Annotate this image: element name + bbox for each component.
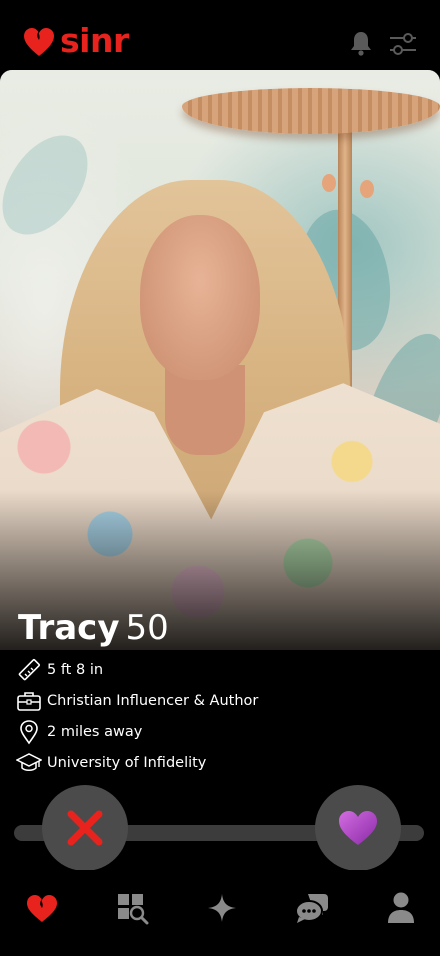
- nav-profile[interactable]: [383, 890, 419, 926]
- lamp-pompom: [360, 180, 374, 198]
- location-pin-icon: [20, 719, 38, 744]
- grid-search-icon: [118, 894, 149, 925]
- top-bar: sinr: [0, 0, 440, 68]
- profile-card[interactable]: [0, 70, 440, 650]
- app-logo[interactable]: sinr: [22, 24, 129, 60]
- x-icon: [67, 810, 103, 846]
- nope-button[interactable]: [42, 785, 128, 871]
- briefcase-icon: [17, 691, 41, 711]
- like-button[interactable]: [315, 785, 401, 871]
- graduation-cap-icon: [16, 752, 42, 771]
- profile-age: 50: [125, 608, 169, 648]
- ruler-icon: [18, 658, 40, 680]
- detail-school-text: University of Infidelity: [47, 754, 207, 771]
- photo-face: [140, 215, 260, 380]
- lamp-pompom: [322, 174, 336, 192]
- logo-heart-icon: [24, 28, 54, 56]
- heart-icon: [339, 811, 377, 845]
- bottom-nav: [0, 870, 440, 956]
- nav-sparkle[interactable]: [204, 890, 240, 926]
- profile-icon: [388, 892, 414, 923]
- detail-job-text: Christian Influencer & Author: [47, 692, 259, 709]
- nav-discover[interactable]: [24, 890, 60, 926]
- detail-job: Christian Influencer & Author: [16, 685, 416, 716]
- detail-school: University of Infidelity: [16, 747, 416, 778]
- sliders-icon[interactable]: [389, 31, 417, 57]
- nav-messages[interactable]: [294, 890, 330, 926]
- bell-icon[interactable]: [347, 29, 375, 57]
- chat-bubbles-icon: [295, 894, 328, 923]
- detail-height: 5 ft 8 in: [16, 654, 416, 685]
- profile-details: 5 ft 8 in Christian Influencer & Author …: [16, 654, 416, 778]
- profile-name: Tracy: [18, 608, 120, 648]
- sparkle-icon: [208, 894, 236, 922]
- detail-distance: 2 miles away: [16, 716, 416, 747]
- detail-distance-text: 2 miles away: [47, 723, 143, 740]
- profile-name-age: Tracy 50: [18, 608, 169, 648]
- brand-name: sinr: [60, 20, 129, 60]
- detail-height-text: 5 ft 8 in: [47, 661, 104, 678]
- heart-icon: [27, 895, 57, 922]
- nav-explore[interactable]: [114, 890, 150, 926]
